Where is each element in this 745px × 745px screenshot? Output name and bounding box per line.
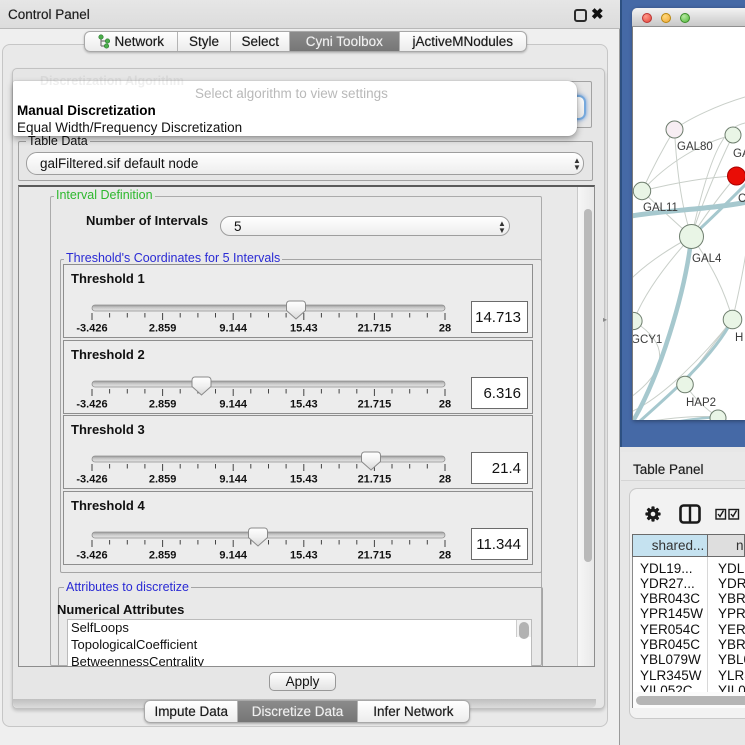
svg-text:28: 28 bbox=[439, 323, 451, 335]
svg-text:28: 28 bbox=[439, 399, 451, 411]
svg-text:9.144: 9.144 bbox=[219, 323, 247, 335]
svg-text:H: H bbox=[735, 332, 743, 344]
svg-text:9.144: 9.144 bbox=[219, 550, 247, 562]
svg-text:-3.426: -3.426 bbox=[76, 474, 107, 486]
svg-text:28: 28 bbox=[439, 474, 451, 486]
svg-text:GA: GA bbox=[733, 148, 745, 160]
svg-text:9.144: 9.144 bbox=[219, 399, 247, 411]
svg-text:GAL4: GAL4 bbox=[692, 253, 722, 265]
svg-text:15.43: 15.43 bbox=[290, 399, 318, 411]
svg-text:C: C bbox=[738, 193, 745, 205]
svg-text:2.859: 2.859 bbox=[149, 323, 177, 335]
svg-text:2.859: 2.859 bbox=[149, 474, 177, 486]
svg-text:GCY1: GCY1 bbox=[633, 334, 662, 346]
svg-text:15.43: 15.43 bbox=[290, 323, 318, 335]
svg-text:15.43: 15.43 bbox=[290, 474, 318, 486]
svg-text:9.144: 9.144 bbox=[219, 474, 247, 486]
svg-text:HAP2: HAP2 bbox=[686, 397, 716, 409]
svg-text:GAL80: GAL80 bbox=[677, 141, 713, 153]
svg-text:-3.426: -3.426 bbox=[76, 550, 107, 562]
svg-text:-3.426: -3.426 bbox=[76, 323, 107, 335]
svg-text:15.43: 15.43 bbox=[290, 550, 318, 562]
svg-text:GAL11: GAL11 bbox=[643, 202, 678, 214]
svg-text:-3.426: -3.426 bbox=[76, 399, 107, 411]
svg-text:28: 28 bbox=[439, 550, 451, 562]
svg-text:21.715: 21.715 bbox=[358, 550, 392, 562]
svg-text:21.715: 21.715 bbox=[358, 474, 392, 486]
svg-text:21.715: 21.715 bbox=[358, 323, 392, 335]
svg-text:21.715: 21.715 bbox=[358, 399, 392, 411]
svg-text:2.859: 2.859 bbox=[149, 550, 177, 562]
svg-text:2.859: 2.859 bbox=[149, 399, 177, 411]
